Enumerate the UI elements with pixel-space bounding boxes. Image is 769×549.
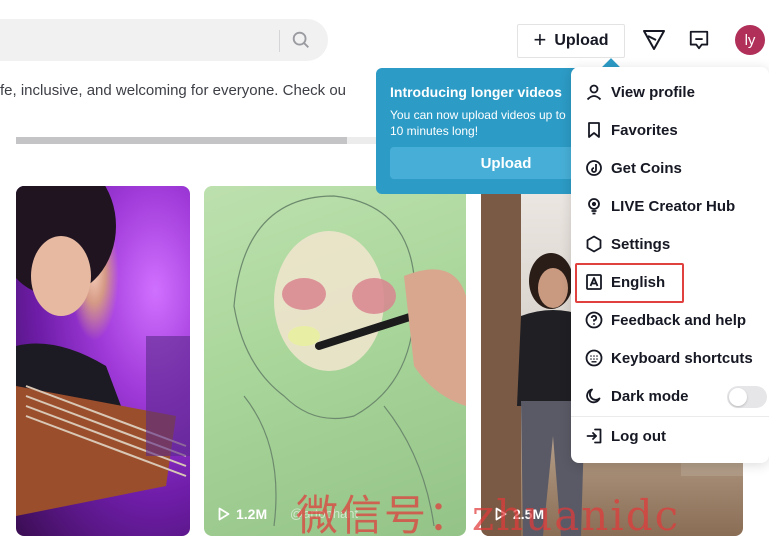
avatar-initials: ly [744, 31, 756, 49]
help-icon [585, 311, 603, 329]
banner-progress-fill [16, 137, 348, 144]
search-icon[interactable] [290, 29, 312, 51]
person-icon [586, 84, 602, 101]
gear-icon [586, 235, 602, 253]
send-icon[interactable] [642, 28, 666, 52]
longer-videos-tooltip: Introducing longer videos You can now up… [376, 68, 622, 194]
inbox-icon[interactable] [688, 29, 710, 51]
logout-icon [586, 428, 602, 444]
menu-item-get-coins[interactable]: Get Coins [571, 149, 769, 187]
upload-button[interactable]: + Upload [517, 24, 625, 58]
avatar[interactable]: ly [735, 25, 765, 55]
play-icon [218, 507, 230, 521]
coin-icon [586, 160, 602, 176]
menu-item-english[interactable]: English [571, 263, 769, 303]
menu-item-label: Dark mode [611, 387, 689, 405]
menu-item-view-profile[interactable]: View profile [571, 73, 769, 111]
profile-menu: View profile Favorites Get Coins LIVE Cr… [571, 67, 769, 463]
moon-icon [586, 388, 601, 404]
video-thumbnail [16, 186, 190, 516]
menu-item-live-creator-hub[interactable]: LIVE Creator Hub [571, 187, 769, 225]
view-count: 1.2M [218, 506, 267, 522]
search-divider [279, 30, 280, 52]
toggle-knob [729, 388, 747, 406]
community-banner-text: fe, inclusive, and welcoming for everyon… [0, 82, 347, 99]
app-page: + Upload ly fe, inclusive, and welcoming… [0, 0, 769, 549]
upload-label: Upload [554, 32, 609, 49]
menu-item-label: Get Coins [611, 159, 682, 177]
menu-item-log-out[interactable]: Log out [571, 417, 769, 455]
menu-item-label: View profile [611, 83, 695, 101]
menu-item-keyboard-shortcuts[interactable]: Keyboard shortcuts [571, 339, 769, 377]
banner-progress-bar [16, 137, 376, 144]
menu-item-label: English [611, 273, 666, 291]
keyboard-icon [585, 349, 603, 367]
language-icon [586, 274, 602, 290]
view-count-label: 1.2M [236, 506, 268, 522]
menu-item-label: LIVE Creator Hub [611, 197, 736, 215]
bulb-icon [588, 198, 600, 215]
video-card[interactable] [16, 186, 190, 536]
overlay-watermark: 微信号：zhuanidc [296, 491, 681, 540]
bookmark-icon [588, 122, 600, 138]
tooltip-body: You can now upload videos up to 10 minut… [390, 108, 566, 138]
menu-item-settings[interactable]: Settings [571, 225, 769, 263]
menu-item-label: Settings [611, 235, 671, 253]
menu-item-label: Keyboard shortcuts [611, 349, 753, 367]
plus-icon: + [533, 27, 547, 52]
tooltip-title: Introducing longer videos [390, 84, 562, 100]
menu-item-label: Feedback and help [611, 311, 747, 329]
menu-item-favorites[interactable]: Favorites [571, 111, 769, 149]
menu-item-feedback-help[interactable]: Feedback and help [571, 301, 769, 339]
menu-item-label: Favorites [611, 121, 678, 139]
menu-item-label: Log out [611, 427, 666, 445]
dark-mode-toggle[interactable] [727, 386, 767, 408]
menu-item-dark-mode: Dark mode [571, 377, 769, 415]
